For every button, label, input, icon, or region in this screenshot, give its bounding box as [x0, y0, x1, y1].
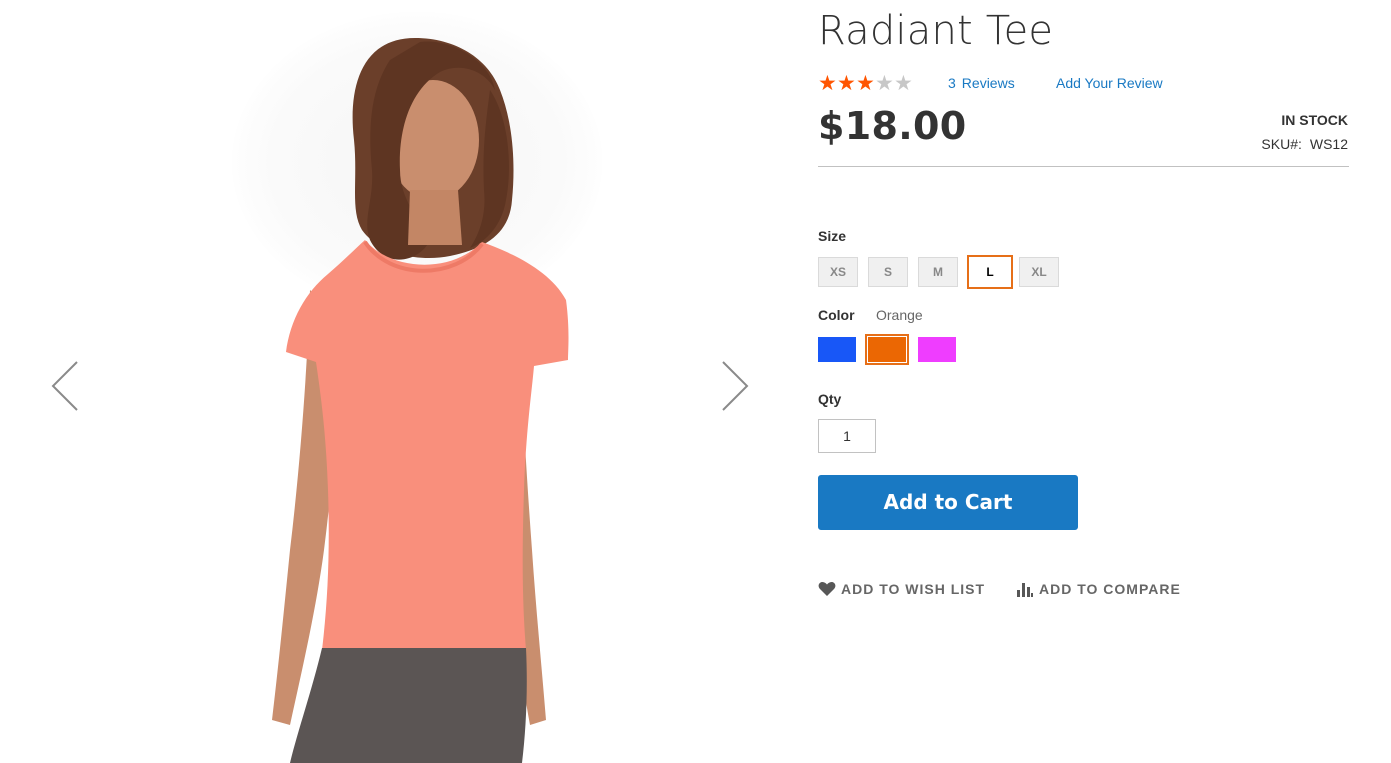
selected-color-text: Orange: [876, 307, 923, 323]
star-empty-icon: ★: [875, 72, 894, 95]
bar-chart-icon: [1016, 581, 1034, 603]
product-sku: SKU#: WS12: [1261, 136, 1348, 152]
add-review-link[interactable]: Add Your Review: [1056, 75, 1163, 91]
product-gallery: [0, 0, 800, 763]
star-filled-icon: ★: [818, 72, 837, 95]
size-label: Size: [818, 228, 847, 244]
heart-icon: [818, 581, 836, 603]
color-option-purple[interactable]: [918, 337, 956, 362]
divider: [818, 166, 1349, 167]
qty-input[interactable]: [818, 419, 876, 453]
reviews-label: Reviews: [961, 75, 1015, 91]
add-to-compare-link[interactable]: ADD TO COMPARE: [1016, 578, 1181, 600]
qty-label: Qty: [818, 391, 842, 407]
product-info: Radiant Tee ★★★★★ 3 Reviews Add Your Revi…: [818, 0, 1349, 763]
color-option-orange[interactable]: [865, 334, 909, 365]
chevron-right-icon: [722, 361, 749, 411]
add-to-cart-button[interactable]: Add to Cart: [818, 475, 1078, 530]
product-actions: ADD TO WISH LIST ADD TO COMPARE: [818, 578, 1349, 600]
size-option-m[interactable]: M: [918, 257, 958, 287]
add-to-wishlist-link[interactable]: ADD TO WISH LIST: [818, 578, 985, 600]
color-option-blue[interactable]: [818, 337, 856, 362]
sku-label: SKU#:: [1261, 136, 1302, 152]
rating-stars: ★★★★★: [818, 73, 913, 95]
size-option-l[interactable]: L: [967, 255, 1013, 289]
gallery-prev-button[interactable]: [50, 360, 80, 412]
product-price: $18.00: [818, 104, 967, 148]
product-title: Radiant Tee: [818, 8, 1054, 54]
product-image[interactable]: [250, 30, 580, 763]
sku-value: WS12: [1309, 136, 1348, 152]
color-label: Color: [818, 307, 855, 323]
size-option-xl[interactable]: XL: [1019, 257, 1059, 287]
rating-summary: ★★★★★ 3 Reviews Add Your Review: [818, 73, 1349, 95]
chevron-left-icon: [51, 361, 78, 411]
reviews-count: 3: [948, 75, 956, 91]
size-option-xs[interactable]: XS: [818, 257, 858, 287]
size-option-s[interactable]: S: [868, 257, 908, 287]
product-page: Radiant Tee ★★★★★ 3 Reviews Add Your Revi…: [0, 0, 1391, 763]
stock-status: IN STOCK: [1281, 112, 1348, 128]
star-filled-icon: ★: [856, 72, 875, 95]
gallery-next-button[interactable]: [720, 360, 750, 412]
compare-label: ADD TO COMPARE: [1039, 581, 1181, 597]
reviews-link[interactable]: 3 Reviews: [948, 75, 1015, 91]
star-empty-icon: ★: [894, 72, 913, 95]
wishlist-label: ADD TO WISH LIST: [841, 581, 986, 597]
star-filled-icon: ★: [837, 72, 856, 95]
